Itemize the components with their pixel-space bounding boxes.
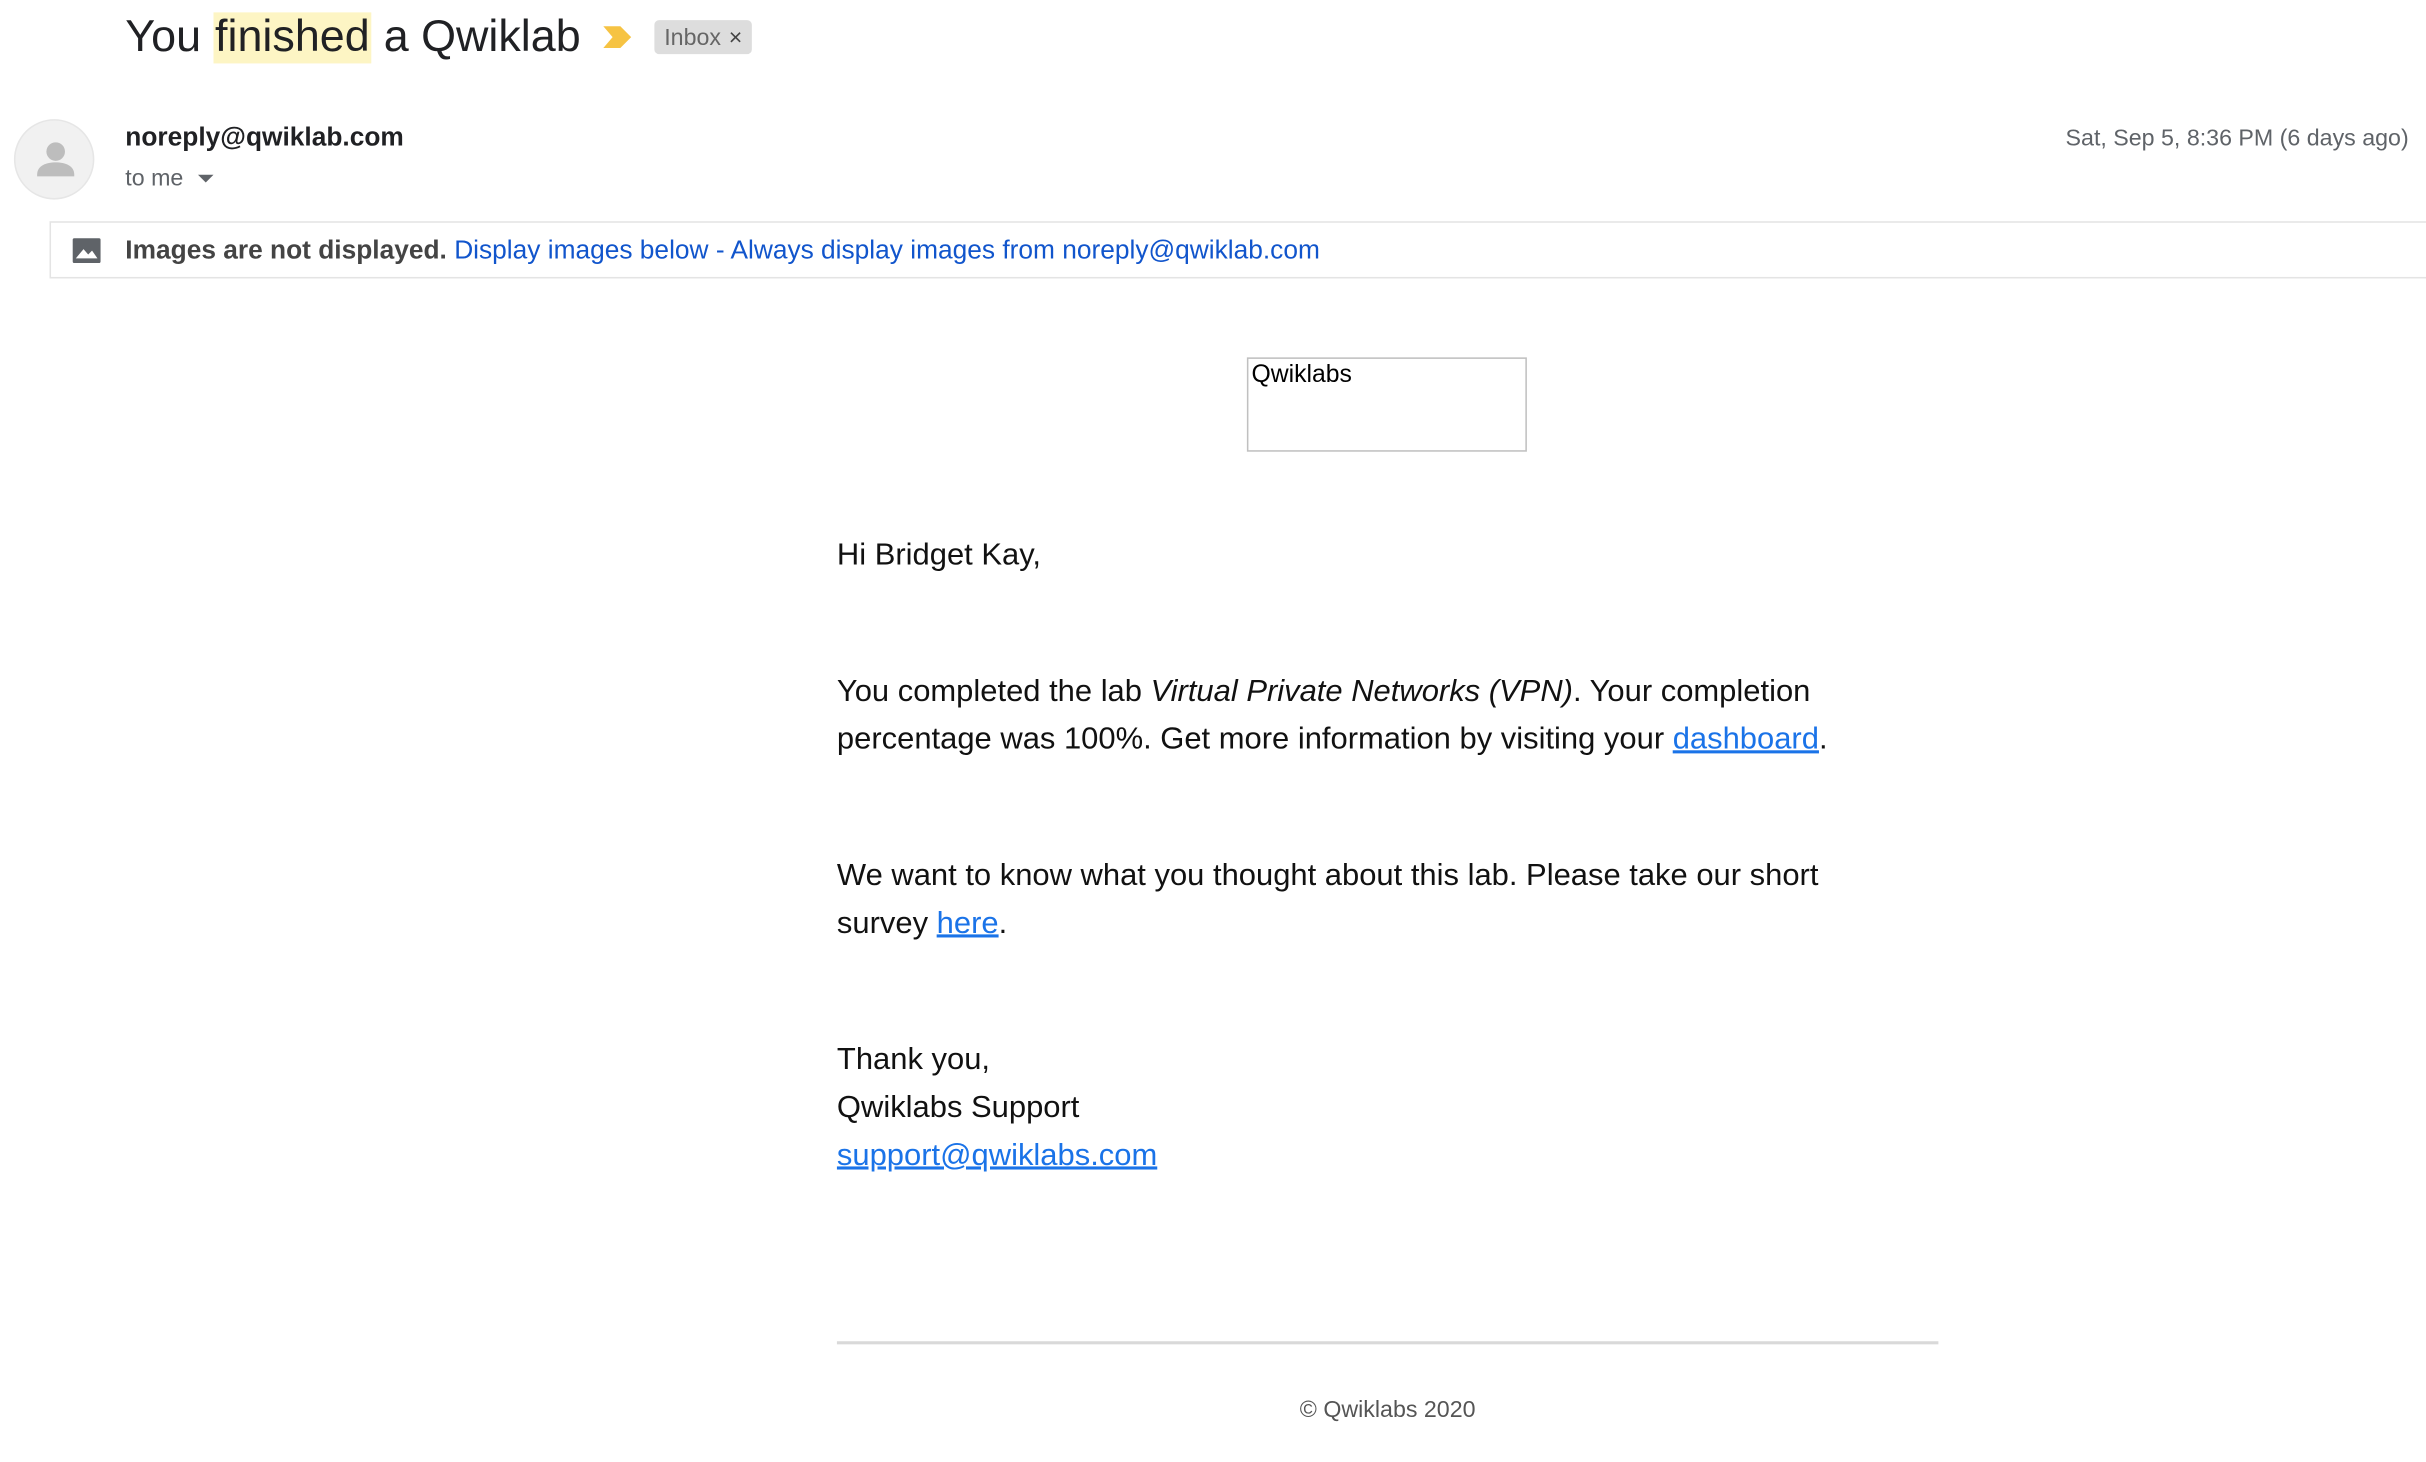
inbox-label-text: Inbox (664, 23, 721, 51)
qwiklabs-logo-placeholder: Qwiklabs (1246, 357, 1527, 452)
dashboard-link[interactable]: dashboard (1673, 722, 1819, 756)
subject-suffix: a Qwiklab (371, 11, 581, 62)
images-links-separator: - (708, 235, 731, 265)
sender-email[interactable]: noreply@qwiklab.com (125, 122, 403, 153)
images-blocked-notice: Images are not displayed. (125, 235, 447, 265)
show-details-chevron-icon[interactable] (197, 174, 213, 183)
images-blocked-message: Images are not displayed. Display images… (125, 235, 1320, 266)
completion-text-end: . (1818, 722, 1828, 757)
survey-link[interactable]: here (937, 907, 999, 941)
recipient-details[interactable]: to me (125, 165, 213, 192)
completion-text-start: You completed the lab (836, 674, 1151, 709)
email-subject: You finished a Qwiklab Inbox × (125, 6, 752, 68)
support-email-link[interactable]: support@qwiklabs.com (837, 1139, 1157, 1173)
signoff-line: Thank you, (836, 1042, 991, 1077)
signature-block: Thank you, Qwiklabs Support support@qwik… (837, 1036, 1889, 1180)
subject-prefix: You (125, 11, 214, 62)
recipient-label: to me (125, 165, 184, 192)
remove-label-icon[interactable]: × (729, 24, 743, 50)
email-view: You finished a Qwiklab Inbox × noreply@q… (0, 0, 2426, 1462)
inbox-label-chip: Inbox × (654, 20, 752, 55)
greeting-text: Hi Bridget Kay, (836, 538, 1041, 573)
image-icon (72, 238, 101, 263)
survey-paragraph: We want to know what you thought about t… (837, 852, 1889, 948)
survey-text-end: . (998, 906, 1008, 941)
images-blocked-bar: Images are not displayed. Display images… (49, 221, 2426, 279)
signoff-team: Qwiklabs Support (836, 1090, 1080, 1125)
message-date: Sat, Sep 5, 8:36 PM (6 days ago) (2065, 125, 2409, 152)
lab-name: Virtual Private Networks (VPN) (1150, 674, 1573, 709)
copyright-footer: © Qwiklabs 2020 (1299, 1396, 1476, 1424)
completion-paragraph: You completed the lab Virtual Private Ne… (837, 668, 1889, 764)
sender-avatar (13, 119, 95, 200)
subject-search-highlight: finished (213, 11, 372, 63)
always-display-images-link[interactable]: Always display images from noreply@qwikl… (730, 235, 1319, 264)
person-icon (37, 142, 75, 177)
display-images-below-link[interactable]: Display images below (454, 235, 708, 264)
footer-divider (836, 1341, 1939, 1345)
importance-marker-icon[interactable] (602, 25, 633, 50)
